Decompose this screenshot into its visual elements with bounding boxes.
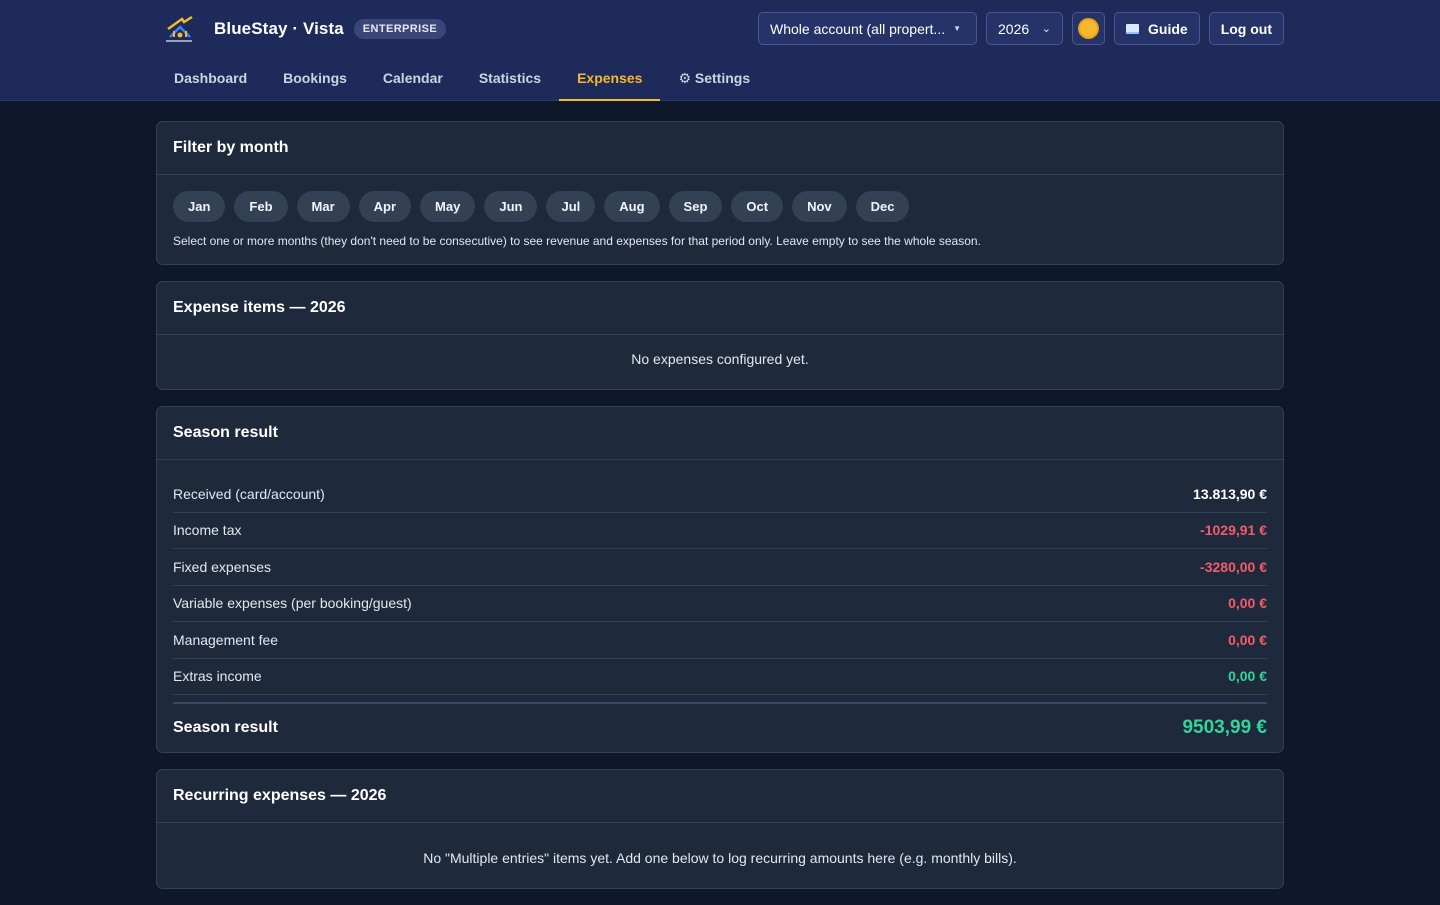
logout-button[interactable]: Log out: [1208, 12, 1284, 45]
brand[interactable]: BlueStay · Vista ENTERPRISE: [162, 12, 447, 46]
total-label: Season result: [173, 719, 278, 736]
expense-items-title: Expense items — 2026: [157, 282, 1283, 335]
result-value: 0,00 €: [1228, 631, 1267, 648]
tab-settings[interactable]: ⚙ Settings: [660, 56, 768, 101]
month-chip-jan[interactable]: Jan: [173, 191, 226, 222]
theme-toggle-button[interactable]: [1072, 12, 1106, 45]
result-row-variable-expenses: Variable expenses (per booking/guest) 0,…: [173, 586, 1267, 622]
month-chip-feb[interactable]: Feb: [234, 191, 288, 222]
month-chip-mar[interactable]: Mar: [296, 191, 350, 222]
result-row-received: Received (card/account) 13.813,90 €: [173, 476, 1267, 513]
month-chip-oct[interactable]: Oct: [731, 191, 784, 222]
month-chip-nov[interactable]: Nov: [792, 191, 847, 222]
guide-button[interactable]: Guide: [1114, 12, 1200, 45]
recurring-empty: No "Multiple entries" items yet. Add one…: [423, 850, 1017, 866]
month-chip-jun[interactable]: Jun: [484, 191, 538, 222]
year-select-value: 2026: [998, 20, 1030, 37]
tab-bookings[interactable]: Bookings: [265, 56, 365, 101]
plan-badge: ENTERPRISE: [353, 19, 447, 39]
result-value: 0,00 €: [1228, 595, 1267, 612]
expense-items-empty: No expenses configured yet.: [631, 351, 809, 367]
result-row-fixed-expenses: Fixed expenses -3280,00 €: [173, 549, 1267, 586]
result-label: Management fee: [173, 631, 279, 648]
logo-icon: [166, 15, 193, 42]
result-value: 0,00 €: [1228, 668, 1267, 685]
result-label: Extras income: [173, 668, 262, 685]
property-select-value: Whole account (all propert...: [770, 20, 946, 37]
top-bar: BlueStay · Vista ENTERPRISE Whole accoun…: [0, 0, 1440, 101]
caret-down-icon: ▼: [953, 24, 962, 33]
season-result-card: Season result Received (card/account) 13…: [156, 406, 1284, 753]
result-row-management-fee: Management fee 0,00 €: [173, 622, 1267, 659]
result-value: 13.813,90 €: [1193, 485, 1267, 502]
result-value: -3280,00 €: [1200, 558, 1267, 575]
result-label: Income tax: [173, 522, 242, 539]
result-label: Received (card/account): [173, 485, 325, 502]
tab-expenses[interactable]: Expenses: [559, 56, 661, 101]
month-chip-dec[interactable]: Dec: [855, 191, 910, 222]
year-select[interactable]: 2026 ⌄: [986, 12, 1064, 45]
filter-card: Filter by month Jan Feb Mar Apr May Jun …: [156, 121, 1284, 265]
season-result-title: Season result: [157, 407, 1283, 460]
month-chip-sep[interactable]: Sep: [668, 191, 723, 222]
recurring-card: Recurring expenses — 2026 No "Multiple e…: [156, 769, 1284, 889]
result-label: Variable expenses (per booking/guest): [173, 595, 412, 612]
property-select[interactable]: Whole account (all propert... ▼: [758, 12, 978, 45]
result-row-extras-income: Extras income 0,00 €: [173, 659, 1267, 695]
expense-items-card: Expense items — 2026 No expenses configu…: [156, 281, 1284, 390]
recurring-title: Recurring expenses — 2026: [157, 770, 1283, 823]
total-value: 9503,99 €: [1182, 717, 1267, 738]
tab-calendar[interactable]: Calendar: [365, 56, 461, 101]
month-chip-apr[interactable]: Apr: [358, 191, 412, 222]
main-nav: Dashboard Bookings Calendar Statistics E…: [156, 56, 768, 101]
chevron-down-icon: ⌄: [1041, 23, 1052, 35]
filter-title: Filter by month: [157, 122, 1283, 175]
sun-icon: [1080, 20, 1098, 37]
month-chip-aug[interactable]: Aug: [604, 191, 660, 222]
result-label: Fixed expenses: [173, 558, 272, 575]
app-name: BlueStay · Vista: [214, 19, 344, 38]
result-value: -1029,91 €: [1200, 522, 1267, 539]
book-icon: [1126, 23, 1140, 34]
guide-label: Guide: [1148, 20, 1188, 37]
filter-hint: Select one or more months (they don't ne…: [173, 234, 981, 248]
month-chip-may[interactable]: May: [420, 191, 476, 222]
result-row-income-tax: Income tax -1029,91 €: [173, 513, 1267, 549]
month-chips: Jan Feb Mar Apr May Jun Jul Aug Sep Oct …: [157, 175, 1283, 222]
tab-dashboard[interactable]: Dashboard: [156, 56, 265, 101]
tab-statistics[interactable]: Statistics: [461, 56, 559, 101]
month-chip-jul[interactable]: Jul: [546, 191, 596, 222]
season-result-total: Season result 9503,99 €: [173, 702, 1267, 752]
